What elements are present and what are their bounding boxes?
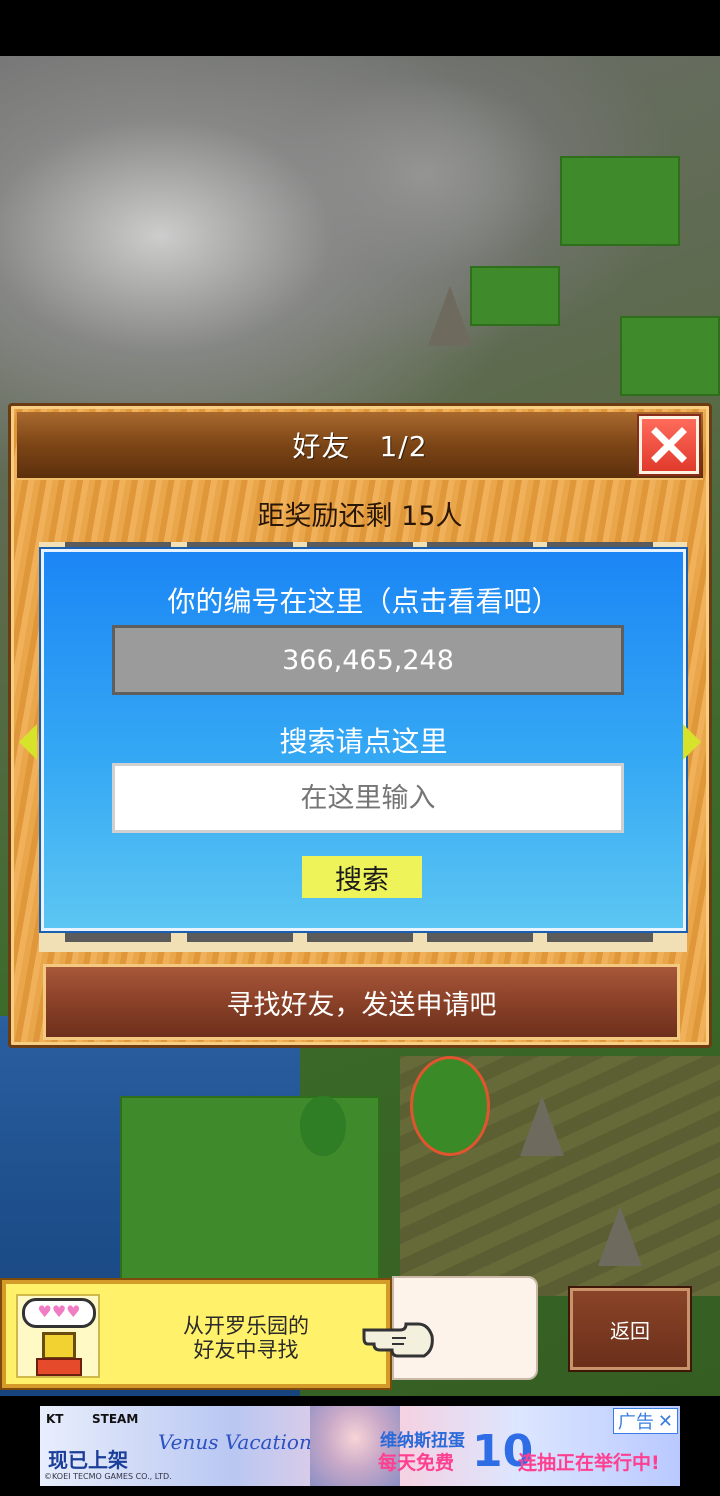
ad-game-logo: Venus Vacation xyxy=(158,1430,312,1454)
reward-remaining-text: 距奖励还剩 15人 xyxy=(257,501,463,532)
tree-sprite xyxy=(410,1056,490,1156)
ad-subline: 每天免费 xyxy=(378,1452,455,1474)
ad-copyright: ©KOEI TECMO GAMES CO., LTD. xyxy=(44,1472,172,1481)
ad-banner[interactable]: KT STEAM 现已上架 ©KOEI TECMO GAMES CO., LTD… xyxy=(40,1406,680,1486)
hint-text-line1: 从开罗乐园的 xyxy=(183,1314,309,1338)
close-button[interactable] xyxy=(637,414,701,476)
grass-tile xyxy=(620,316,720,396)
grass-tile xyxy=(560,156,680,246)
dialog-header: 好友 1/2 xyxy=(17,412,703,480)
hearts-speech-bubble: ♥♥♥ xyxy=(22,1298,96,1328)
id-label: 你的编号在这里（点击看看吧） xyxy=(167,585,560,618)
robot-body-icon xyxy=(36,1358,82,1376)
close-icon xyxy=(651,427,687,463)
robot-head-icon xyxy=(42,1332,76,1360)
ad-release-text: 现已上架 xyxy=(48,1448,128,1472)
hint-text-line2: 好友中寻找 xyxy=(193,1338,299,1362)
search-button[interactable]: 搜索 xyxy=(302,856,422,898)
search-label: 搜索请点这里 xyxy=(279,725,448,758)
tree-sprite xyxy=(300,1096,346,1156)
grass-tile xyxy=(470,266,560,326)
ad-subline-2: 连抽正在举行中! xyxy=(518,1452,660,1474)
rock-sprite xyxy=(520,1096,564,1156)
friend-dialog: 好友 1/2 距奖励还剩 15人 你的编号在这里（点击看看吧） 366,465,… xyxy=(8,403,712,1048)
frame-divider xyxy=(307,930,413,942)
kairo-park-friends-hint[interactable]: ♥♥♥ 从开罗乐园的 好友中寻找 xyxy=(0,1278,434,1390)
rock-sprite xyxy=(598,1206,642,1266)
ad-close-icon[interactable]: ✕ xyxy=(658,1411,673,1432)
back-button[interactable]: 返回 xyxy=(568,1286,692,1372)
rock-sprite xyxy=(428,286,472,346)
frame-divider xyxy=(427,930,533,942)
next-page-arrow-icon[interactable] xyxy=(683,724,701,760)
ad-kt-logo: KT xyxy=(46,1412,64,1426)
prev-page-arrow-icon[interactable] xyxy=(19,724,37,760)
frame-divider xyxy=(187,930,293,942)
hint-text: 从开罗乐园的 好友中寻找 xyxy=(126,1314,366,1362)
search-input[interactable] xyxy=(112,763,624,833)
dialog-title: 好友 1/2 xyxy=(292,430,428,463)
player-id-display[interactable]: 366,465,248 xyxy=(112,625,624,695)
friend-id-panel: 你的编号在这里（点击看看吧） 366,465,248 搜索请点这里 搜索 xyxy=(39,547,688,933)
find-friends-button[interactable]: 寻找好友，发送申请吧 xyxy=(43,964,680,1040)
ad-badge[interactable]: 广告 ✕ xyxy=(612,1408,678,1434)
ad-steam-logo: STEAM xyxy=(92,1412,139,1426)
robot-avatar: ♥♥♥ xyxy=(16,1294,100,1378)
pointing-hand-icon xyxy=(362,1322,434,1358)
frame-divider xyxy=(65,930,171,942)
ad-label: 广告 xyxy=(617,1412,654,1433)
frame-divider xyxy=(547,930,653,942)
